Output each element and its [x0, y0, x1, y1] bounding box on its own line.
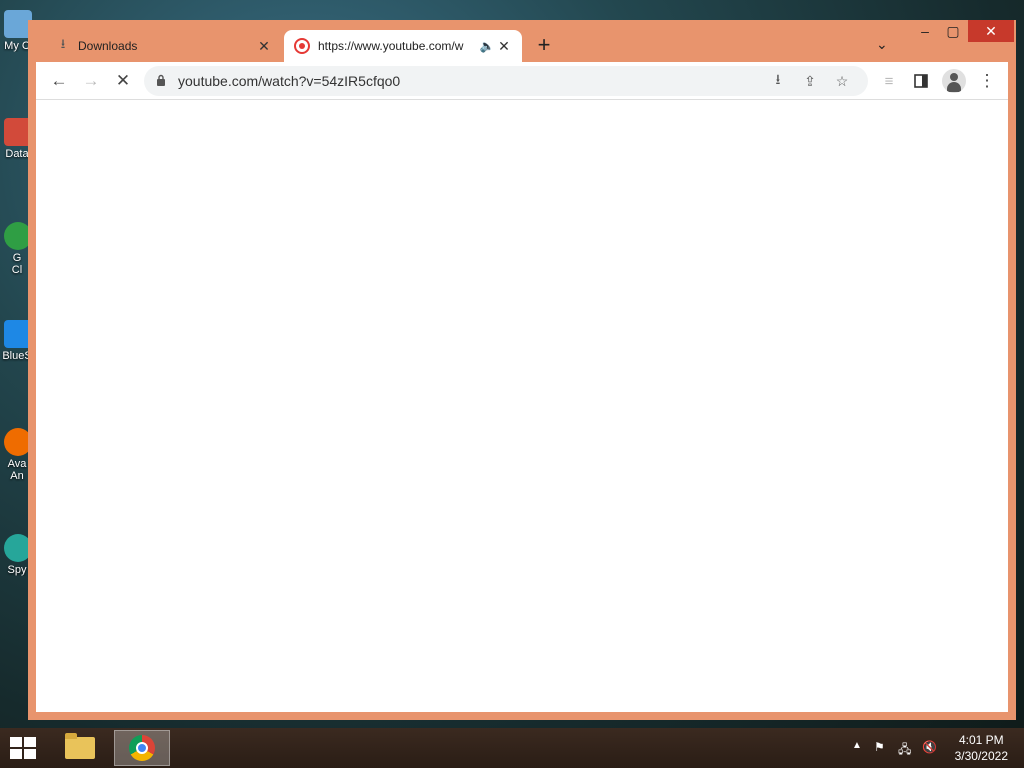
bookmark-star-icon[interactable]: ☆: [832, 71, 852, 91]
tab-youtube[interactable]: https://www.youtube.com/w 🔈 ✕: [284, 30, 522, 62]
minimize-button[interactable]: –: [912, 20, 938, 42]
close-window-button[interactable]: ✕: [968, 20, 1014, 42]
tab-close-icon[interactable]: ✕: [256, 38, 272, 54]
media-control-icon[interactable]: ≡: [876, 68, 902, 94]
new-tab-button[interactable]: +: [532, 34, 556, 58]
action-center-flag-icon[interactable]: ⚑: [874, 740, 885, 754]
browser-window: ⭳ Downloads ✕ https://www.youtube.com/w …: [28, 20, 1016, 720]
taskbar-file-explorer[interactable]: [52, 730, 108, 766]
stop-loading-icon[interactable]: ✕: [110, 68, 136, 94]
taskbar: ▲ ⚑ 🖧 🔇 4:01 PM 3/30/2022: [0, 728, 1024, 768]
profile-avatar-icon[interactable]: [942, 69, 966, 93]
address-bar[interactable]: youtube.com/watch?v=54zIR5cfqo0 ⭳ ⇪ ☆: [144, 66, 868, 96]
tab-downloads[interactable]: ⭳ Downloads ✕: [46, 30, 282, 62]
forward-arrow-icon[interactable]: →: [78, 68, 104, 94]
back-arrow-icon[interactable]: ←: [46, 68, 72, 94]
show-hidden-icons-icon[interactable]: ▲: [852, 740, 862, 751]
chrome-icon: [129, 735, 155, 761]
tab-label: Downloads: [78, 39, 138, 53]
clock-time: 4:01 PM: [958, 733, 1004, 747]
taskbar-chrome[interactable]: [114, 730, 170, 766]
download-icon: ⭳: [60, 36, 66, 51]
youtube-icon: [294, 38, 310, 54]
install-app-icon[interactable]: ⭳: [768, 71, 788, 91]
url-text: youtube.com/watch?v=54zIR5cfqo0: [178, 73, 401, 89]
title-bar[interactable]: ⭳ Downloads ✕ https://www.youtube.com/w …: [28, 20, 1016, 62]
page-content: [36, 100, 1008, 712]
tab-close-icon[interactable]: ✕: [496, 38, 512, 54]
system-clock[interactable]: 4:01 PM 3/30/2022: [955, 732, 1008, 764]
share-icon[interactable]: ⇪: [800, 71, 820, 91]
tab-search-chevron-icon[interactable]: ⌄: [876, 36, 888, 53]
tab-label: https://www.youtube.com/w: [318, 39, 464, 53]
toolbar: ← → ✕ youtube.com/watch?v=54zIR5cfqo0 ⭳ …: [36, 62, 1008, 100]
windows-start-icon[interactable]: [10, 737, 38, 759]
side-panel-icon[interactable]: [908, 68, 934, 94]
maximize-button[interactable]: ▢: [940, 20, 966, 42]
folder-icon: [65, 733, 95, 759]
network-icon[interactable]: 🖧: [898, 740, 911, 761]
lock-icon[interactable]: [156, 74, 166, 86]
menu-kebab-icon[interactable]: ⋮: [974, 68, 1000, 94]
clock-date: 3/30/2022: [954, 749, 1008, 763]
volume-muted-icon[interactable]: 🔇: [922, 740, 937, 754]
speaker-icon[interactable]: 🔈: [478, 39, 496, 53]
